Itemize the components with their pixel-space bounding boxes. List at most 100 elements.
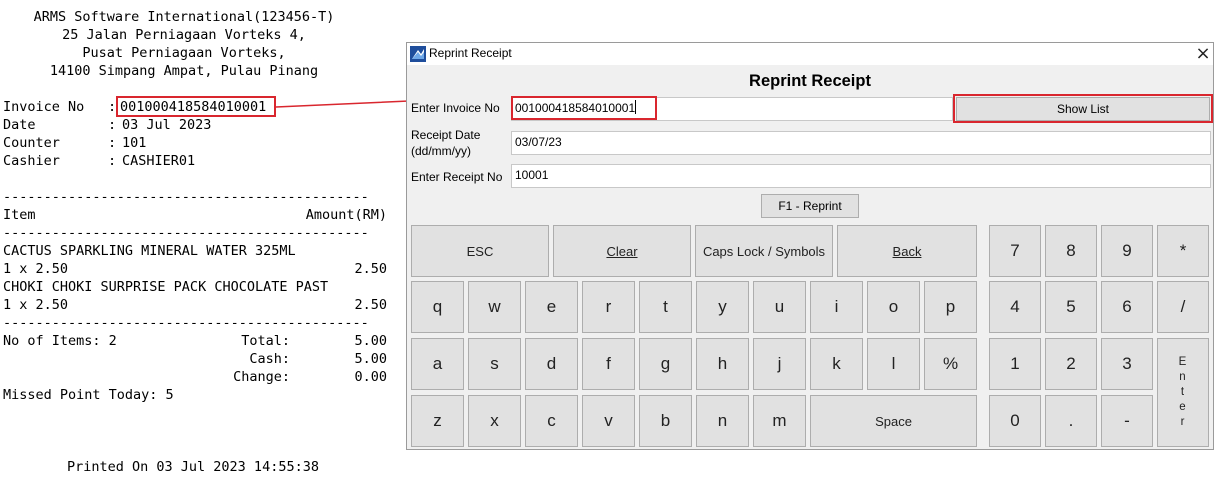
receipt: ARMS Software International(123456-T) 25… — [0, 0, 400, 491]
receipt-counter-label: Counter — [3, 135, 60, 151]
caps-lock-symbols-key[interactable]: Caps Lock / Symbols — [695, 225, 833, 277]
key-r[interactable]: r — [582, 281, 635, 333]
key-e[interactable]: e — [525, 281, 578, 333]
key-v[interactable]: v — [582, 395, 635, 447]
enter-key-letter: E — [1178, 356, 1188, 368]
window-title: Reprint Receipt — [429, 46, 512, 60]
key-divide[interactable]: / — [1157, 281, 1209, 333]
reprint-receipt-dialog: Reprint Receipt × Reprint Receipt Enter … — [406, 42, 1214, 450]
receipt-colon: : — [108, 153, 117, 169]
key-1[interactable]: 1 — [989, 338, 1041, 390]
receipt-address-line: 25 Jalan Perniagaan Vorteks 4, — [62, 27, 306, 43]
enter-key-letter: r — [1180, 416, 1186, 428]
key-o[interactable]: o — [867, 281, 920, 333]
key-q[interactable]: q — [411, 281, 464, 333]
enter-key[interactable]: E n t e r — [1157, 338, 1209, 447]
receipt-total-value: 5.00 — [354, 333, 387, 349]
key-d[interactable]: d — [525, 338, 578, 390]
key-9[interactable]: 9 — [1101, 225, 1153, 277]
receipt-cash-label: Cash: — [249, 351, 290, 367]
key-c[interactable]: c — [525, 395, 578, 447]
key-percent[interactable]: % — [924, 338, 977, 390]
enter-key-letter: t — [1180, 386, 1186, 398]
receipt-invoice-highlight — [116, 96, 276, 117]
receipt-date-value: 03 Jul 2023 — [122, 117, 212, 133]
key-g[interactable]: g — [639, 338, 692, 390]
key-m[interactable]: m — [753, 395, 806, 447]
show-list-highlight — [953, 94, 1213, 123]
key-6[interactable]: 6 — [1101, 281, 1153, 333]
close-icon[interactable]: × — [1193, 43, 1213, 65]
key-x[interactable]: x — [468, 395, 521, 447]
invoice-no-label: Enter Invoice No — [411, 101, 500, 115]
receipt-item-name: CHOKI CHOKI SURPRISE PACK CHOCOLATE PAST — [3, 279, 329, 295]
receipt-item-amount: 2.50 — [354, 261, 387, 277]
key-s[interactable]: s — [468, 338, 521, 390]
back-key-label: Back — [892, 243, 922, 259]
receipt-no-input[interactable]: 10001 — [511, 164, 1211, 188]
receipt-cashier-label: Cashier — [3, 153, 60, 169]
receipt-colon: : — [108, 99, 117, 115]
key-b[interactable]: b — [639, 395, 692, 447]
receipt-change-value: 0.00 — [354, 369, 387, 385]
enter-key-letter: n — [1179, 371, 1187, 383]
key-y[interactable]: y — [696, 281, 749, 333]
f1-reprint-button[interactable]: F1 - Reprint — [761, 194, 859, 218]
key-j[interactable]: j — [753, 338, 806, 390]
receipt-no-label: Enter Receipt No — [411, 170, 503, 184]
receipt-invoice-label: Invoice No — [3, 99, 85, 115]
key-8[interactable]: 8 — [1045, 225, 1097, 277]
key-t[interactable]: t — [639, 281, 692, 333]
space-key[interactable]: Space — [810, 395, 977, 447]
receipt-item-qty: 1 x 2.50 — [3, 261, 69, 277]
key-0[interactable]: 0 — [989, 395, 1041, 447]
receipt-date-format-label: (dd/mm/yy) — [411, 144, 471, 158]
key-i[interactable]: i — [810, 281, 863, 333]
key-n[interactable]: n — [696, 395, 749, 447]
key-3[interactable]: 3 — [1101, 338, 1153, 390]
key-k[interactable]: k — [810, 338, 863, 390]
receipt-item-name: CACTUS SPARKLING MINERAL WATER 325ML — [3, 243, 296, 259]
receipt-address-line: Pusat Perniagaan Vorteks, — [82, 45, 286, 61]
clear-key-label: Clear — [606, 243, 638, 259]
receipt-date-label: Receipt Date — [411, 128, 481, 142]
receipt-amount-header: Amount(RM) — [305, 207, 387, 223]
receipt-cashier-value: CASHIER01 — [122, 153, 196, 169]
receipt-colon: : — [108, 135, 117, 151]
receipt-separator: ----------------------------------------… — [3, 225, 369, 241]
receipt-date-input[interactable]: 03/07/23 — [511, 131, 1211, 155]
key-2[interactable]: 2 — [1045, 338, 1097, 390]
key-w[interactable]: w — [468, 281, 521, 333]
clear-key[interactable]: Clear — [553, 225, 691, 277]
key-l[interactable]: l — [867, 338, 920, 390]
key-u[interactable]: u — [753, 281, 806, 333]
key-multiply[interactable]: * — [1157, 225, 1209, 277]
key-minus[interactable]: - — [1101, 395, 1153, 447]
receipt-colon: : — [108, 117, 117, 133]
receipt-counter-value: 101 — [122, 135, 147, 151]
key-decimal[interactable]: . — [1045, 395, 1097, 447]
key-4[interactable]: 4 — [989, 281, 1041, 333]
esc-key[interactable]: ESC — [411, 225, 549, 277]
receipt-date-label: Date — [3, 117, 36, 133]
receipt-item-qty: 1 x 2.50 — [3, 297, 69, 313]
key-7[interactable]: 7 — [989, 225, 1041, 277]
dialog-heading: Reprint Receipt — [749, 72, 871, 90]
key-z[interactable]: z — [411, 395, 464, 447]
title-bar[interactable]: Reprint Receipt × — [407, 43, 1213, 65]
receipt-missed-point: Missed Point Today: 5 — [3, 387, 174, 403]
receipt-separator: ----------------------------------------… — [3, 189, 369, 205]
receipt-cash-value: 5.00 — [354, 351, 387, 367]
key-5[interactable]: 5 — [1045, 281, 1097, 333]
key-p[interactable]: p — [924, 281, 977, 333]
receipt-item-amount: 2.50 — [354, 297, 387, 313]
key-h[interactable]: h — [696, 338, 749, 390]
back-key[interactable]: Back — [837, 225, 977, 277]
key-f[interactable]: f — [582, 338, 635, 390]
receipt-separator: ----------------------------------------… — [3, 315, 369, 331]
receipt-change-label: Change: — [233, 369, 290, 385]
key-a[interactable]: a — [411, 338, 464, 390]
app-icon — [410, 46, 426, 62]
receipt-total-label: Total: — [241, 333, 290, 349]
enter-key-letter: e — [1179, 401, 1187, 413]
